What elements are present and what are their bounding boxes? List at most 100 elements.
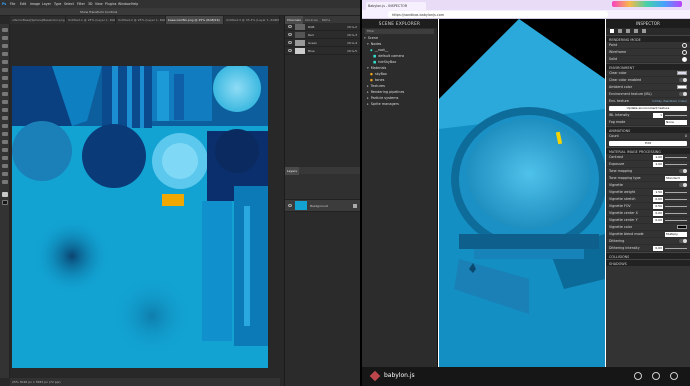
marquee-tool-icon[interactable]: [2, 36, 8, 40]
background-color-icon[interactable]: [2, 200, 8, 205]
eye-icon[interactable]: [288, 49, 292, 52]
radio-button[interactable]: [682, 49, 687, 55]
clear-color-toggle[interactable]: [679, 78, 687, 82]
env-texture-toggle[interactable]: [679, 92, 687, 96]
vignette-center-y-slider[interactable]: [665, 219, 687, 221]
menu-plugins[interactable]: Plugins: [105, 2, 116, 6]
dithering-intensity-input[interactable]: 0.00: [653, 245, 663, 251]
dithering-intensity-slider[interactable]: [665, 247, 687, 249]
vignette-stretch-slider[interactable]: [665, 198, 687, 200]
dodge-tool-icon[interactable]: [2, 132, 8, 136]
contrast-input[interactable]: 1.00: [653, 154, 663, 160]
menu-view[interactable]: View: [95, 2, 103, 6]
radio-button[interactable]: [682, 42, 687, 48]
browser-tab[interactable]: Babylon.js - INSPECTOR: [366, 2, 426, 10]
shape-tool-icon[interactable]: [2, 164, 8, 168]
vignette-center-y-input[interactable]: 0.00: [653, 217, 663, 223]
blur-tool-icon[interactable]: [2, 124, 8, 128]
vignette-blend-mode-select[interactable]: Multiply: [665, 231, 687, 237]
lock-icon[interactable]: [353, 203, 357, 208]
edit-animations-button[interactable]: Edit: [609, 141, 687, 146]
doc-tab-active[interactable]: basecolorBG.png @ 25% (RGB/16): [166, 16, 224, 24]
ibl-intensity-input[interactable]: 1: [653, 112, 663, 118]
doc-tab[interactable]: ulteriorBase[Sphere]BaseColor.png @ 50% …: [10, 16, 66, 24]
statistics-tab-icon[interactable]: [626, 29, 630, 33]
tab-libraries[interactable]: Libraries: [303, 16, 320, 24]
exposure-slider[interactable]: [665, 163, 687, 165]
menu-select[interactable]: Select: [64, 2, 74, 6]
menu-layer[interactable]: Layer: [42, 2, 51, 6]
zoom-tool-icon[interactable]: [2, 180, 8, 184]
eye-icon[interactable]: [288, 25, 292, 28]
menu-file[interactable]: File: [10, 2, 15, 6]
update-environment-texture-button[interactable]: Update environment texture: [609, 106, 687, 111]
eye-icon[interactable]: [288, 41, 292, 44]
contrast-slider[interactable]: [665, 156, 687, 158]
clear-color-swatch[interactable]: [677, 71, 687, 75]
doc-tab[interactable]: Untitled-3 @ 33.3% (Layer 1, RGB/8): [224, 16, 280, 24]
doc-tab[interactable]: Untitled-1 @ 25% (Layer 1, RGB/8): [66, 16, 116, 24]
menu-help[interactable]: Help: [131, 2, 138, 6]
debug-tab-icon[interactable]: [618, 29, 622, 33]
menu-edit[interactable]: Edit: [20, 2, 26, 6]
ps-logo[interactable]: Ps: [2, 2, 6, 6]
stamp-tool-icon[interactable]: [2, 92, 8, 96]
eyedropper-tool-icon[interactable]: [2, 68, 8, 72]
crop-tool-icon[interactable]: [2, 60, 8, 64]
menu-3d[interactable]: 3D: [88, 2, 92, 6]
expand-icon[interactable]: ▾: [367, 66, 369, 70]
lasso-tool-icon[interactable]: [2, 44, 8, 48]
ambient-color-swatch[interactable]: [677, 85, 687, 89]
channel-row[interactable]: Green Ctrl+4: [285, 39, 360, 47]
tab-layers[interactable]: Layers: [285, 167, 299, 175]
show-transform-controls[interactable]: Show Transform Controls: [80, 10, 117, 14]
texture-canvas[interactable]: [12, 66, 268, 368]
layer-row[interactable]: Background: [285, 200, 360, 212]
section-collisions[interactable]: COLLISIONS: [606, 252, 690, 259]
exposure-input[interactable]: 1.00: [653, 161, 663, 167]
vignette-center-x-input[interactable]: 0.00: [653, 210, 663, 216]
settings-tab-icon[interactable]: [642, 29, 646, 33]
history-brush-tool-icon[interactable]: [2, 100, 8, 104]
hand-tool-icon[interactable]: [2, 172, 8, 176]
healing-tool-icon[interactable]: [2, 76, 8, 80]
doc-tab[interactable]: Untitled-2 @ 25% (Layer 1, RGB/8): [116, 16, 166, 24]
tree-item[interactable]: ▸ Sprite managers: [362, 101, 437, 107]
menu-window[interactable]: Window: [118, 2, 131, 6]
expand-icon[interactable]: ▸: [367, 96, 369, 100]
channel-row[interactable]: Blue Ctrl+5: [285, 47, 360, 55]
section-rendering-mode[interactable]: RENDERING MODE: [606, 35, 690, 42]
vignette-center-x-slider[interactable]: [665, 212, 687, 214]
fog-mode-select[interactable]: None: [665, 119, 687, 125]
radio-point[interactable]: Point: [606, 42, 690, 49]
dithering-toggle[interactable]: [679, 239, 687, 243]
expand-icon[interactable]: ▸: [367, 90, 369, 94]
env-texture-link[interactable]: hdrSky (Sandbox) (cube): [652, 99, 687, 103]
radio-solid[interactable]: Solid: [606, 56, 690, 63]
expand-icon[interactable]: ▸: [367, 84, 369, 88]
radio-button-selected[interactable]: [682, 56, 687, 62]
channel-row[interactable]: Red Ctrl+3: [285, 31, 360, 39]
vignette-fov-slider[interactable]: [665, 205, 687, 207]
foreground-color-icon[interactable]: [2, 192, 8, 197]
section-shadows[interactable]: SHADOWS: [606, 259, 690, 266]
fullscreen-icon[interactable]: [670, 372, 678, 380]
upload-icon[interactable]: [634, 372, 642, 380]
expand-icon[interactable]: ▾: [367, 42, 369, 46]
tools-tab-icon[interactable]: [634, 29, 638, 33]
quick-select-tool-icon[interactable]: [2, 52, 8, 56]
expand-icon[interactable]: ▸: [367, 102, 369, 106]
vignette-color-swatch[interactable]: [677, 225, 687, 229]
eraser-tool-icon[interactable]: [2, 108, 8, 112]
url-field[interactable]: https://sandbox.babylonjs.com: [388, 11, 608, 18]
vignette-toggle[interactable]: [679, 183, 687, 187]
expand-icon[interactable]: ▾: [364, 36, 366, 40]
vignette-weight-slider[interactable]: [665, 191, 687, 193]
menu-image[interactable]: Image: [30, 2, 40, 6]
eye-icon[interactable]: [288, 204, 292, 207]
vignette-stretch-input[interactable]: 0.00: [653, 196, 663, 202]
section-environment[interactable]: ENVIRONMENT: [606, 63, 690, 70]
filter-input[interactable]: Filter: [365, 29, 434, 34]
tab-paths[interactable]: Paths: [320, 16, 332, 24]
brush-tool-icon[interactable]: [2, 84, 8, 88]
